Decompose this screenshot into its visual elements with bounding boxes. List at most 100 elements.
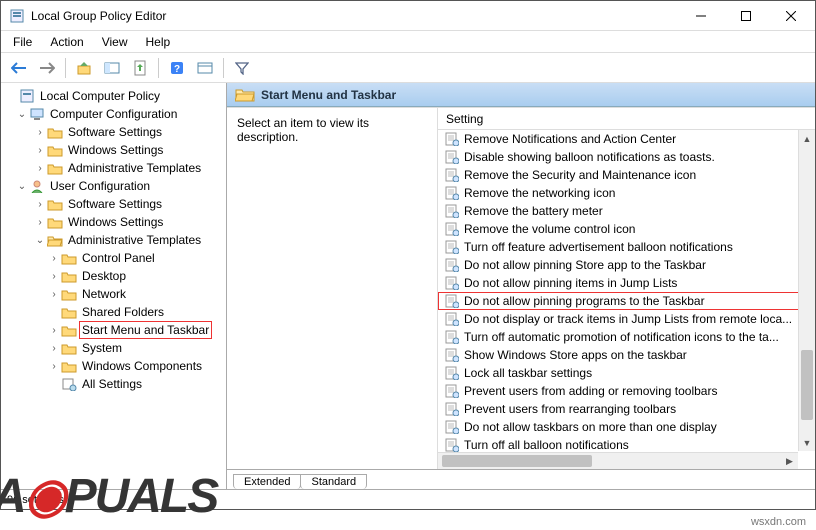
maximize-button[interactable] <box>723 2 768 30</box>
folder-icon <box>47 160 63 176</box>
folder-title: Start Menu and Taskbar <box>261 88 396 102</box>
tree-computer-config[interactable]: ⌄Computer Configuration <box>3 105 224 123</box>
toolbar-separator <box>65 58 66 78</box>
minimize-button[interactable] <box>678 2 723 30</box>
list-item-label: Remove the volume control icon <box>464 222 635 236</box>
tree-start-menu-taskbar[interactable]: ›Start Menu and Taskbar <box>3 321 224 339</box>
scroll-thumb[interactable] <box>442 455 592 467</box>
tree-windows-components[interactable]: ›Windows Components <box>3 357 224 375</box>
list-item[interactable]: Turn off automatic promotion of notifica… <box>438 328 815 346</box>
menu-action[interactable]: Action <box>42 33 91 51</box>
help-button[interactable]: ? <box>165 56 189 80</box>
close-button[interactable] <box>768 2 813 30</box>
tree-system[interactable]: ›System <box>3 339 224 357</box>
tab-extended[interactable]: Extended <box>233 474 301 489</box>
folder-icon <box>47 124 63 140</box>
list-item[interactable]: Show Windows Store apps on the taskbar <box>438 346 815 364</box>
policy-icon <box>444 420 460 434</box>
tree-desktop[interactable]: ›Desktop <box>3 267 224 285</box>
folder-open-icon <box>235 87 253 103</box>
tree-root[interactable]: ▸Local Computer Policy <box>3 87 224 105</box>
list-item-label: Do not allow pinning programs to the Tas… <box>464 294 705 308</box>
tree-cc-software[interactable]: ›Software Settings <box>3 123 224 141</box>
list-item-label: Remove the networking icon <box>464 186 615 200</box>
tree-cc-windows[interactable]: ›Windows Settings <box>3 141 224 159</box>
properties-button[interactable] <box>193 56 217 80</box>
list-item[interactable]: Do not allow pinning Store app to the Ta… <box>438 256 815 274</box>
list-item[interactable]: Remove the Security and Maintenance icon <box>438 166 815 184</box>
list-item-label: Show Windows Store apps on the taskbar <box>464 348 687 362</box>
watermark-text: wsxdn.com <box>751 516 806 528</box>
policy-icon <box>444 438 460 452</box>
back-button[interactable] <box>7 56 31 80</box>
content-area: ▸Local Computer Policy ⌄Computer Configu… <box>1 83 815 489</box>
toolbar: ? <box>1 53 815 83</box>
list-item[interactable]: Remove the battery meter <box>438 202 815 220</box>
up-button[interactable] <box>72 56 96 80</box>
list-item[interactable]: Do not allow pinning items in Jump Lists <box>438 274 815 292</box>
list-item-label: Turn off automatic promotion of notifica… <box>464 330 779 344</box>
folder-open-icon <box>47 232 63 248</box>
list-item[interactable]: Lock all taskbar settings <box>438 364 815 382</box>
list-item[interactable]: Turn off feature advertisement balloon n… <box>438 238 815 256</box>
scroll-up-icon[interactable]: ▲ <box>799 130 815 147</box>
menu-view[interactable]: View <box>94 33 136 51</box>
detail-panes: Select an item to view its description. … <box>227 107 815 469</box>
policy-icon <box>444 294 460 308</box>
policy-icon <box>444 330 460 344</box>
policy-icon <box>444 402 460 416</box>
column-header-setting[interactable]: Setting <box>438 108 815 130</box>
scroll-down-icon[interactable]: ▼ <box>799 434 815 451</box>
policy-icon <box>444 168 460 182</box>
tree-pane[interactable]: ▸Local Computer Policy ⌄Computer Configu… <box>1 83 227 489</box>
tree-all-settings[interactable]: ›All Settings <box>3 375 224 393</box>
show-hide-tree-button[interactable] <box>100 56 124 80</box>
menu-file[interactable]: File <box>5 33 40 51</box>
tree-shared-folders[interactable]: ›Shared Folders <box>3 303 224 321</box>
horizontal-scrollbar[interactable]: ◀ ▶ <box>438 452 798 469</box>
tree-user-config[interactable]: ⌄User Configuration <box>3 177 224 195</box>
policy-icon <box>444 150 460 164</box>
folder-icon <box>61 340 77 356</box>
vertical-scrollbar[interactable]: ▲ ▼ <box>798 130 815 451</box>
forward-button[interactable] <box>35 56 59 80</box>
menu-bar: File Action View Help <box>1 31 815 53</box>
tree-uc-windows[interactable]: ›Windows Settings <box>3 213 224 231</box>
list-item[interactable]: Do not display or track items in Jump Li… <box>438 310 815 328</box>
list-item-label: Turn off feature advertisement balloon n… <box>464 240 733 254</box>
list-body[interactable]: Remove Notifications and Action Center Di… <box>438 130 815 469</box>
tree-control-panel[interactable]: ›Control Panel <box>3 249 224 267</box>
export-list-button[interactable] <box>128 56 152 80</box>
list-item[interactable]: Do not allow pinning programs to the Tas… <box>438 292 815 310</box>
list-item-label: Do not allow taskbars on more than one d… <box>464 420 717 434</box>
list-item-label: Disable showing balloon notifications as… <box>464 150 715 164</box>
scroll-right-icon[interactable]: ▶ <box>781 453 798 469</box>
list-item[interactable]: Disable showing balloon notifications as… <box>438 148 815 166</box>
filter-button[interactable] <box>230 56 254 80</box>
svg-text:?: ? <box>174 64 180 75</box>
list-item[interactable]: Remove the volume control icon <box>438 220 815 238</box>
tree-uc-admin[interactable]: ⌄Administrative Templates <box>3 231 224 249</box>
folder-icon <box>47 196 63 212</box>
policy-icon <box>444 348 460 362</box>
list-item[interactable]: Remove Notifications and Action Center <box>438 130 815 148</box>
tab-standard[interactable]: Standard <box>300 474 367 489</box>
list-item[interactable]: Remove the networking icon <box>438 184 815 202</box>
folder-icon <box>47 142 63 158</box>
folder-icon <box>61 304 77 320</box>
list-item[interactable]: Do not allow taskbars on more than one d… <box>438 418 815 436</box>
settings-icon <box>61 376 77 392</box>
view-tabs: Extended Standard <box>227 469 815 489</box>
list-item[interactable]: Prevent users from adding or removing to… <box>438 382 815 400</box>
tree-cc-admin[interactable]: ›Administrative Templates <box>3 159 224 177</box>
list-item[interactable]: Prevent users from rearranging toolbars <box>438 400 815 418</box>
scroll-thumb[interactable] <box>801 350 813 420</box>
policy-icon <box>444 204 460 218</box>
menu-help[interactable]: Help <box>138 33 179 51</box>
list-item-label: Remove Notifications and Action Center <box>464 132 676 146</box>
tree-network[interactable]: ›Network <box>3 285 224 303</box>
app-icon <box>9 8 25 24</box>
folder-icon <box>61 358 77 374</box>
list-item-label: Lock all taskbar settings <box>464 366 592 380</box>
tree-uc-software[interactable]: ›Software Settings <box>3 195 224 213</box>
